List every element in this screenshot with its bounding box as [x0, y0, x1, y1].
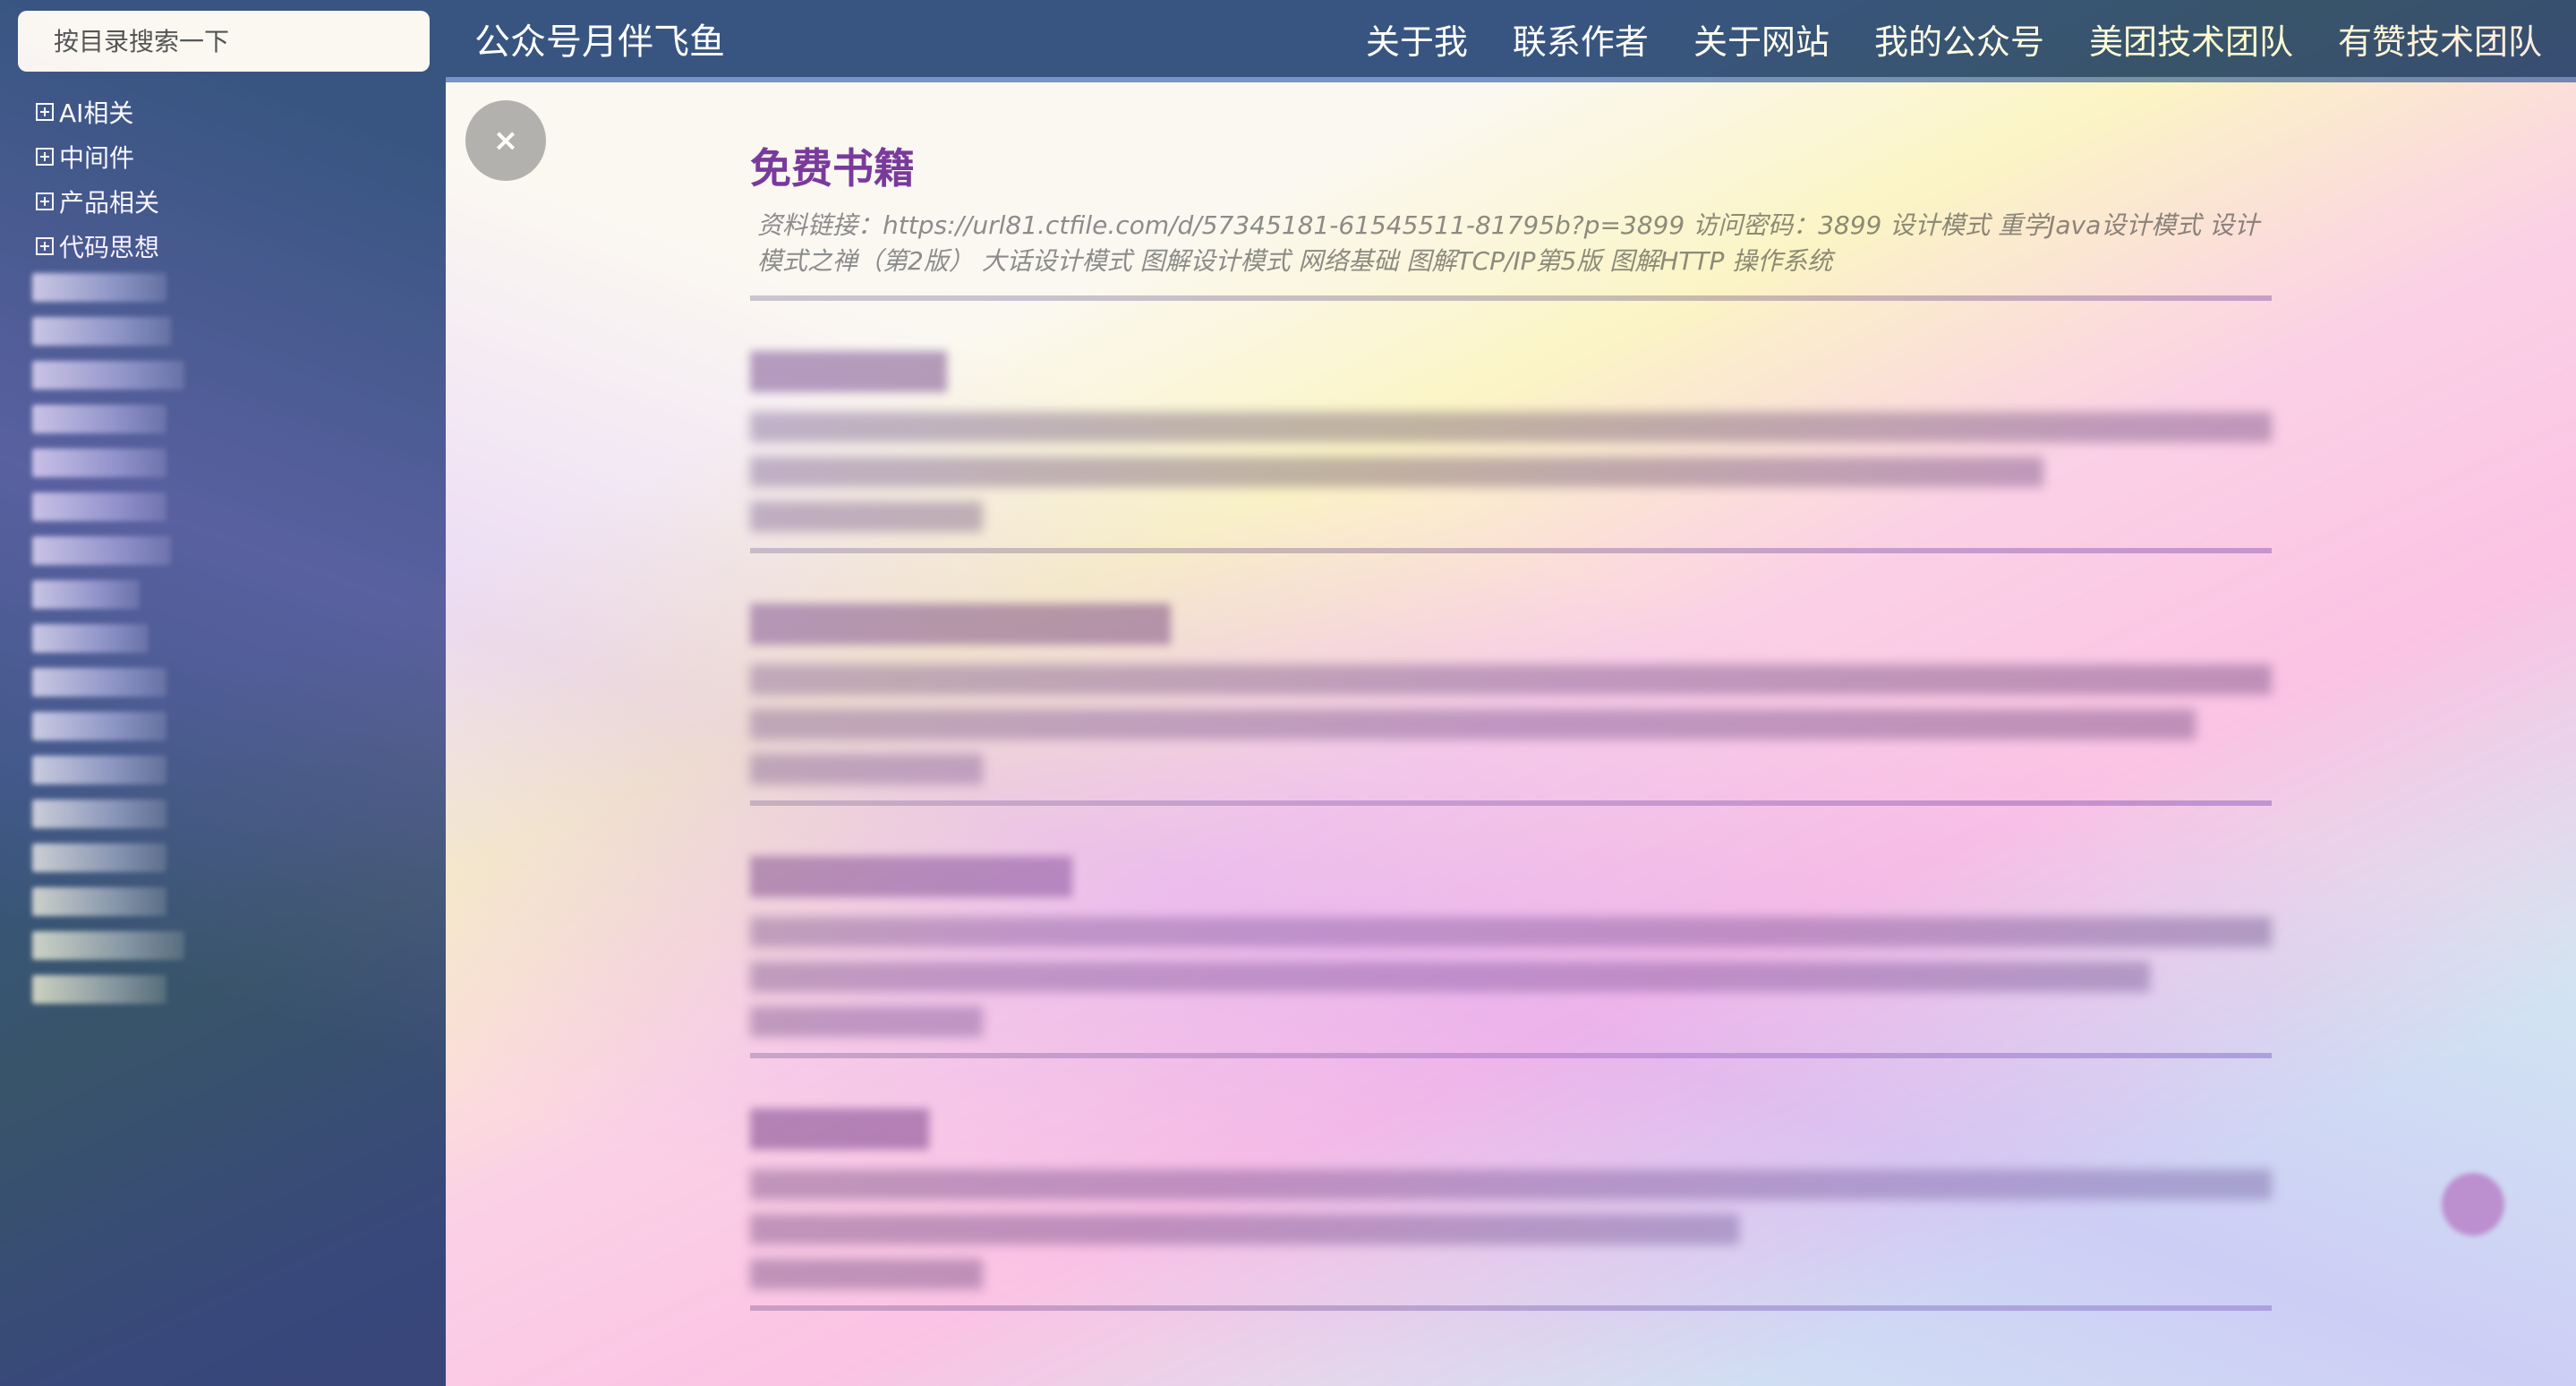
sidebar-item-label: 产品相关: [59, 188, 160, 218]
blurred-article-text: [750, 709, 2196, 740]
nav-my-official-account[interactable]: 我的公众号: [1874, 14, 2044, 64]
blurred-item[interactable]: [32, 536, 171, 565]
nav-links: 关于我 联系作者 关于网站 我的公众号 美团技术团队 有赞技术团队: [1321, 14, 2542, 64]
blurred-article-text: [750, 962, 2150, 992]
blurred-item[interactable]: [32, 931, 184, 960]
blurred-article-text: [750, 917, 2272, 947]
sidebar-item-label: 代码思想: [59, 233, 160, 262]
site-brand[interactable]: 公众号月伴飞鱼: [474, 13, 725, 64]
sidebar-item-product[interactable]: 产品相关: [36, 179, 430, 224]
close-button[interactable]: ×: [465, 100, 546, 181]
blurred-item[interactable]: [32, 624, 149, 653]
blurred-article-title[interactable]: [750, 603, 1171, 645]
blurred-article-text: [750, 412, 2272, 442]
blurred-item[interactable]: [32, 887, 166, 916]
expand-plus-icon[interactable]: [36, 192, 54, 210]
nav-about-me[interactable]: 关于我: [1366, 14, 1468, 64]
blurred-article-title[interactable]: [750, 856, 1072, 897]
blurred-article-text: [750, 664, 2272, 695]
blurred-article-text: [750, 457, 2043, 487]
blurred-item[interactable]: [32, 449, 166, 477]
blurred-item[interactable]: [32, 800, 166, 828]
nav-youzan-tech[interactable]: 有赞技术团队: [2338, 14, 2542, 64]
blurred-article-text: [750, 501, 983, 532]
blurred-item[interactable]: [32, 668, 166, 697]
top-navbar: 公众号月伴飞鱼 关于我 联系作者 关于网站 我的公众号 美团技术团队 有赞技术团…: [446, 0, 2576, 82]
blurred-article-text: [750, 754, 983, 784]
blurred-article-title[interactable]: [750, 351, 947, 392]
blurred-sidebar-items: [32, 273, 193, 1019]
article-list: 免费书籍 资料链接：https://url81.ctfile.com/d/573…: [750, 136, 2272, 1311]
sidebar-item-ai[interactable]: AI相关: [36, 90, 430, 134]
category-tree: AI相关 中间件 产品相关 代码思想: [36, 90, 430, 269]
sidebar-item-label: AI相关: [59, 98, 134, 128]
blurred-item[interactable]: [32, 273, 166, 302]
blurred-article-text: [750, 1214, 1739, 1245]
sidebar: AI相关 中间件 产品相关 代码思想: [0, 0, 446, 1386]
nav-about-site[interactable]: 关于网站: [1693, 14, 1830, 64]
blurred-article-title[interactable]: [750, 1108, 929, 1150]
blurred-article[interactable]: [750, 603, 2272, 806]
blurred-item[interactable]: [32, 317, 171, 346]
sidebar-item-code-thinking[interactable]: 代码思想: [36, 224, 430, 269]
divider: [750, 800, 2272, 806]
expand-plus-icon[interactable]: [36, 237, 54, 255]
blurred-article[interactable]: [750, 1108, 2272, 1311]
divider: [750, 548, 2272, 553]
blurred-item[interactable]: [32, 756, 166, 784]
nav-meituan-tech[interactable]: 美团技术团队: [2089, 14, 2293, 64]
blurred-article-text: [750, 1006, 983, 1037]
search-input[interactable]: [18, 11, 430, 72]
sidebar-item-middleware[interactable]: 中间件: [36, 134, 430, 179]
divider: [750, 1305, 2272, 1311]
expand-plus-icon[interactable]: [36, 103, 54, 121]
back-to-top-icon[interactable]: [2442, 1173, 2504, 1236]
blurred-article[interactable]: [750, 856, 2272, 1058]
sidebar-item-label: 中间件: [59, 143, 135, 173]
divider: [750, 295, 2272, 301]
divider: [750, 1053, 2272, 1058]
blurred-article[interactable]: [750, 351, 2272, 553]
expand-plus-icon[interactable]: [36, 148, 54, 166]
main-content: × 免费书籍 资料链接：https://url81.ctfile.com/d/5…: [446, 82, 2576, 1386]
blurred-article-text: [750, 1259, 983, 1289]
blurred-item[interactable]: [32, 975, 166, 1004]
nav-contact-author[interactable]: 联系作者: [1513, 14, 1649, 64]
blurred-item[interactable]: [32, 361, 184, 389]
blurred-article-text: [750, 1169, 2272, 1200]
blurred-item[interactable]: [32, 712, 166, 740]
blurred-item[interactable]: [32, 492, 166, 521]
blurred-item[interactable]: [32, 843, 166, 872]
article-title[interactable]: 免费书籍: [750, 136, 2272, 195]
blurred-item[interactable]: [32, 580, 140, 609]
article-description: 资料链接：https://url81.ctfile.com/d/57345181…: [757, 210, 2260, 276]
blurred-item[interactable]: [32, 405, 166, 433]
